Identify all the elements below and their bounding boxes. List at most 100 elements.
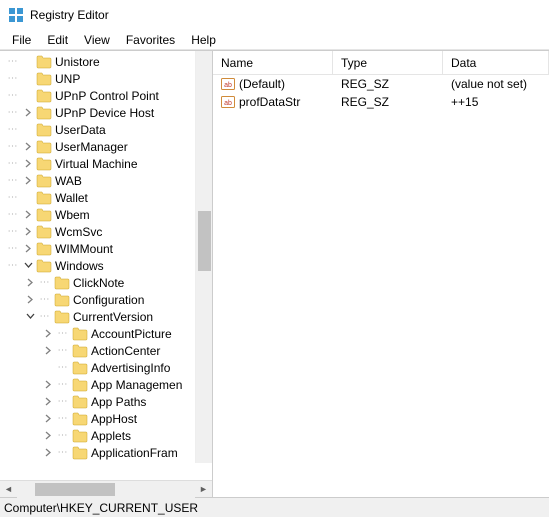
column-data[interactable]: Data <box>443 51 549 74</box>
tree-node-label: Unistore <box>55 55 100 69</box>
tree-node[interactable]: ⋯ CurrentVersion <box>0 308 212 325</box>
chevron-right-icon[interactable] <box>22 243 34 255</box>
column-name[interactable]: Name <box>213 51 333 74</box>
horizontal-scrollbar[interactable]: ◄ ► <box>0 480 212 497</box>
tree-node-label: UserManager <box>55 140 128 154</box>
chevron-right-icon[interactable] <box>42 413 54 425</box>
chevron-right-icon[interactable] <box>42 447 54 459</box>
tree-node-label: Wallet <box>55 191 88 205</box>
tree-pane: ⋯Unistore⋯UNP⋯UPnP Control Point⋯UPnP De… <box>0 51 213 497</box>
tree-node-label: Wbem <box>55 208 90 222</box>
tree-connector: ⋯ <box>6 124 20 135</box>
chevron-right-icon[interactable] <box>24 294 36 306</box>
tree-connector: ⋯ <box>6 243 20 254</box>
tree-connector: ⋯ <box>6 73 20 84</box>
tree-connector: ⋯ <box>6 192 20 203</box>
tree-node[interactable]: ⋯ClickNote <box>0 274 212 291</box>
menu-help[interactable]: Help <box>183 31 224 49</box>
content-area: ⋯Unistore⋯UNP⋯UPnP Control Point⋯UPnP De… <box>0 50 549 497</box>
list-row[interactable]: abprofDataStrREG_SZ++15 <box>213 93 549 111</box>
folder-icon <box>36 106 52 120</box>
tree-node[interactable]: ⋯ UPnP Device Host <box>0 104 212 121</box>
folder-icon <box>72 378 88 392</box>
chevron-right-icon[interactable] <box>22 141 34 153</box>
tree-node[interactable]: ⋯AccountPicture <box>0 325 212 342</box>
chevron-right-icon[interactable] <box>42 328 54 340</box>
tree-node[interactable]: ⋯ Unistore <box>0 53 212 70</box>
tree-node-label: UPnP Device Host <box>55 106 154 120</box>
tree-node[interactable]: ⋯WIMMount <box>0 240 212 257</box>
tree-node[interactable]: ⋯ActionCenter <box>0 342 212 359</box>
tree-node-label: UPnP Control Point <box>55 89 159 103</box>
value-data: ++15 <box>443 95 549 109</box>
value-type: REG_SZ <box>333 77 443 91</box>
column-type[interactable]: Type <box>333 51 443 74</box>
string-value-icon: ab <box>221 77 235 91</box>
tree-node[interactable]: ⋯AdvertisingInfo <box>0 359 212 376</box>
tree-node-label: ApplicationFram <box>91 446 178 460</box>
tree-connector: ⋯ <box>38 311 52 322</box>
menubar: File Edit View Favorites Help <box>0 30 549 50</box>
chevron-right-icon[interactable] <box>42 396 54 408</box>
list-row[interactable]: ab(Default)REG_SZ(value not set) <box>213 75 549 93</box>
horizontal-scroll-thumb[interactable] <box>35 483 115 496</box>
chevron-right-icon[interactable] <box>22 175 34 187</box>
tree-node[interactable]: ⋯UserManager <box>0 138 212 155</box>
folder-icon <box>36 123 52 137</box>
vertical-scroll-thumb[interactable] <box>198 211 211 271</box>
chevron-right-icon[interactable] <box>42 345 54 357</box>
value-name: (Default) <box>239 77 285 91</box>
string-value-icon: ab <box>221 95 235 109</box>
chevron-right-icon[interactable] <box>42 430 54 442</box>
chevron-down-icon[interactable] <box>24 311 36 323</box>
horizontal-scroll-track[interactable] <box>17 481 195 498</box>
chevron-down-icon[interactable] <box>22 260 34 272</box>
tree-node-label: CurrentVersion <box>73 310 153 324</box>
chevron-right-icon[interactable] <box>22 226 34 238</box>
tree-node[interactable]: ⋯App Paths <box>0 393 212 410</box>
tree-node[interactable]: ⋯Applets <box>0 427 212 444</box>
folder-icon <box>72 429 88 443</box>
folder-icon <box>36 191 52 205</box>
tree-node[interactable]: ⋯Wbem <box>0 206 212 223</box>
tree-node-label: WAB <box>55 174 82 188</box>
scroll-right-arrow[interactable]: ► <box>195 481 212 498</box>
tree-connector: ⋯ <box>6 175 20 186</box>
vertical-scrollbar[interactable] <box>195 51 212 463</box>
tree-node[interactable]: ⋯UNP <box>0 70 212 87</box>
tree-connector: ⋯ <box>6 260 20 271</box>
tree-connector: ⋯ <box>56 430 70 441</box>
tree-node[interactable]: ⋯ Wallet <box>0 189 212 206</box>
chevron-right-icon[interactable] <box>22 209 34 221</box>
window-title: Registry Editor <box>30 8 109 22</box>
folder-icon <box>36 89 52 103</box>
value-name: profDataStr <box>239 95 300 109</box>
tree-node[interactable]: ⋯App Managemen <box>0 376 212 393</box>
chevron-right-icon[interactable] <box>24 277 36 289</box>
tree-node[interactable]: ⋯Configuration <box>0 291 212 308</box>
tree-node[interactable]: ⋯AppHost <box>0 410 212 427</box>
scroll-left-arrow[interactable]: ◄ <box>0 481 17 498</box>
chevron-right-icon[interactable] <box>42 379 54 391</box>
tree-connector: ⋯ <box>56 362 70 373</box>
menu-file[interactable]: File <box>4 31 39 49</box>
tree-scroll[interactable]: ⋯Unistore⋯UNP⋯UPnP Control Point⋯UPnP De… <box>0 51 212 480</box>
menu-edit[interactable]: Edit <box>39 31 76 49</box>
folder-icon <box>72 344 88 358</box>
tree-connector: ⋯ <box>6 56 20 67</box>
folder-icon <box>36 259 52 273</box>
menu-view[interactable]: View <box>76 31 118 49</box>
tree-node[interactable]: ⋯ApplicationFram <box>0 444 212 461</box>
tree-connector: ⋯ <box>6 107 20 118</box>
list-header: Name Type Data <box>213 51 549 75</box>
tree-node[interactable]: ⋯ WAB <box>0 172 212 189</box>
tree-node[interactable]: ⋯WcmSvc <box>0 223 212 240</box>
chevron-right-icon[interactable] <box>22 158 34 170</box>
menu-favorites[interactable]: Favorites <box>118 31 183 49</box>
tree-node[interactable]: ⋯Windows <box>0 257 212 274</box>
chevron-right-icon[interactable] <box>22 107 34 119</box>
tree-node[interactable]: ⋯UserData <box>0 121 212 138</box>
tree-node[interactable]: ⋯UPnP Control Point <box>0 87 212 104</box>
folder-icon <box>72 327 88 341</box>
tree-node[interactable]: ⋯Virtual Machine <box>0 155 212 172</box>
